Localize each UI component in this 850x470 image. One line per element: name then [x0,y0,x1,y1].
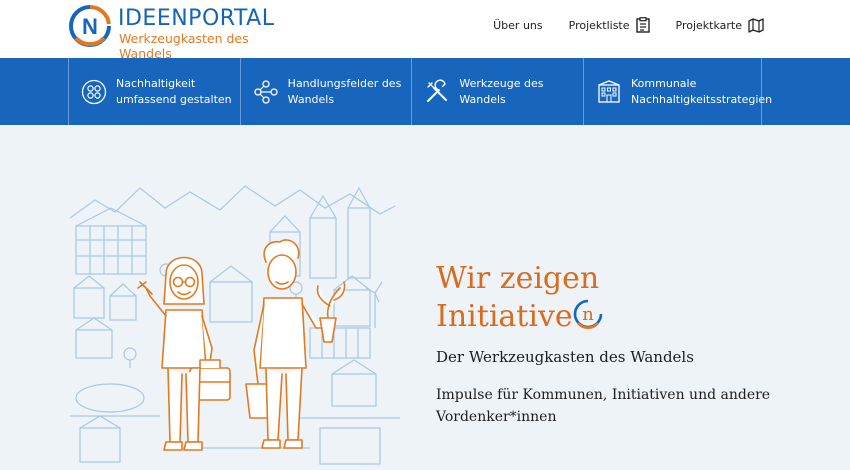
hero-headline: Wir zeigen Initiative n [436,260,816,336]
logo-letter: N [82,14,98,39]
brand-n-icon: n [573,299,603,329]
hero-text: Wir zeigen Initiative n Der Werkzeugkast… [436,260,816,428]
band-item-werkzeuge[interactable]: Werkzeuge des Wandels [411,58,583,125]
logo-n-icon: N [69,5,111,47]
circles-grid-icon [81,79,107,104]
building-icon [598,79,620,103]
network-icon [254,79,278,104]
hero-headline-line1: Wir zeigen [436,261,600,296]
nav-ueber-uns-label: Über uns [493,18,543,32]
hero-description: Impulse für Kommunen, Initiativen und an… [436,387,771,425]
band-item-handlungsfelder-label: Handlungsfelder des Wandels [287,76,402,106]
map-icon [748,17,764,33]
nav-projektkarte-label: Projektkarte [675,18,742,32]
nav-ueber-uns[interactable]: Über uns [493,19,543,32]
clipboard-list-icon [635,17,650,33]
nav-projektliste[interactable]: Projektliste [569,17,650,33]
band-item-strategien-label: Kommunale Nachhaltigkeitsstrategien [631,76,773,106]
band-item-strategien[interactable]: Kommunale Nachhaltigkeitsstrategien [583,58,773,125]
hero-headline-line2-wrap: Initiative n [436,298,816,336]
nav-projektliste-label: Projektliste [568,18,630,32]
hero-subtitle: Der Werkzeugkasten des Wandels [436,348,694,366]
tools-icon [427,78,448,102]
brand-n-letter: n [582,304,594,325]
logo-subtitle: Werkzeugkasten des Wandels [119,31,249,61]
band-item-werkzeuge-label: Werkzeuge des Wandels [459,76,544,106]
top-navigation: Über uns Projektliste Projektkarte [467,16,764,34]
band-item-nachhaltigkeit[interactable]: Nachhaltigkeit umfassend gestalten [68,58,240,125]
hero-illustration [70,185,400,465]
site-header: N IDEENPORTAL Werkzeugkasten des Wandels… [0,0,850,61]
band-item-nachhaltigkeit-label: Nachhaltigkeit umfassend gestalten [116,76,232,106]
main-navigation-band: Nachhaltigkeit umfassend gestalten Handl… [0,58,850,125]
logo-title: IDEENPORTAL [118,6,275,31]
site-logo[interactable]: N IDEENPORTAL Werkzeugkasten des Wandels [68,4,278,61]
nav-projektkarte[interactable]: Projektkarte [675,17,764,33]
band-item-handlungsfelder[interactable]: Handlungsfelder des Wandels [239,58,412,125]
hero-headline-line2: Initiative [436,299,573,334]
